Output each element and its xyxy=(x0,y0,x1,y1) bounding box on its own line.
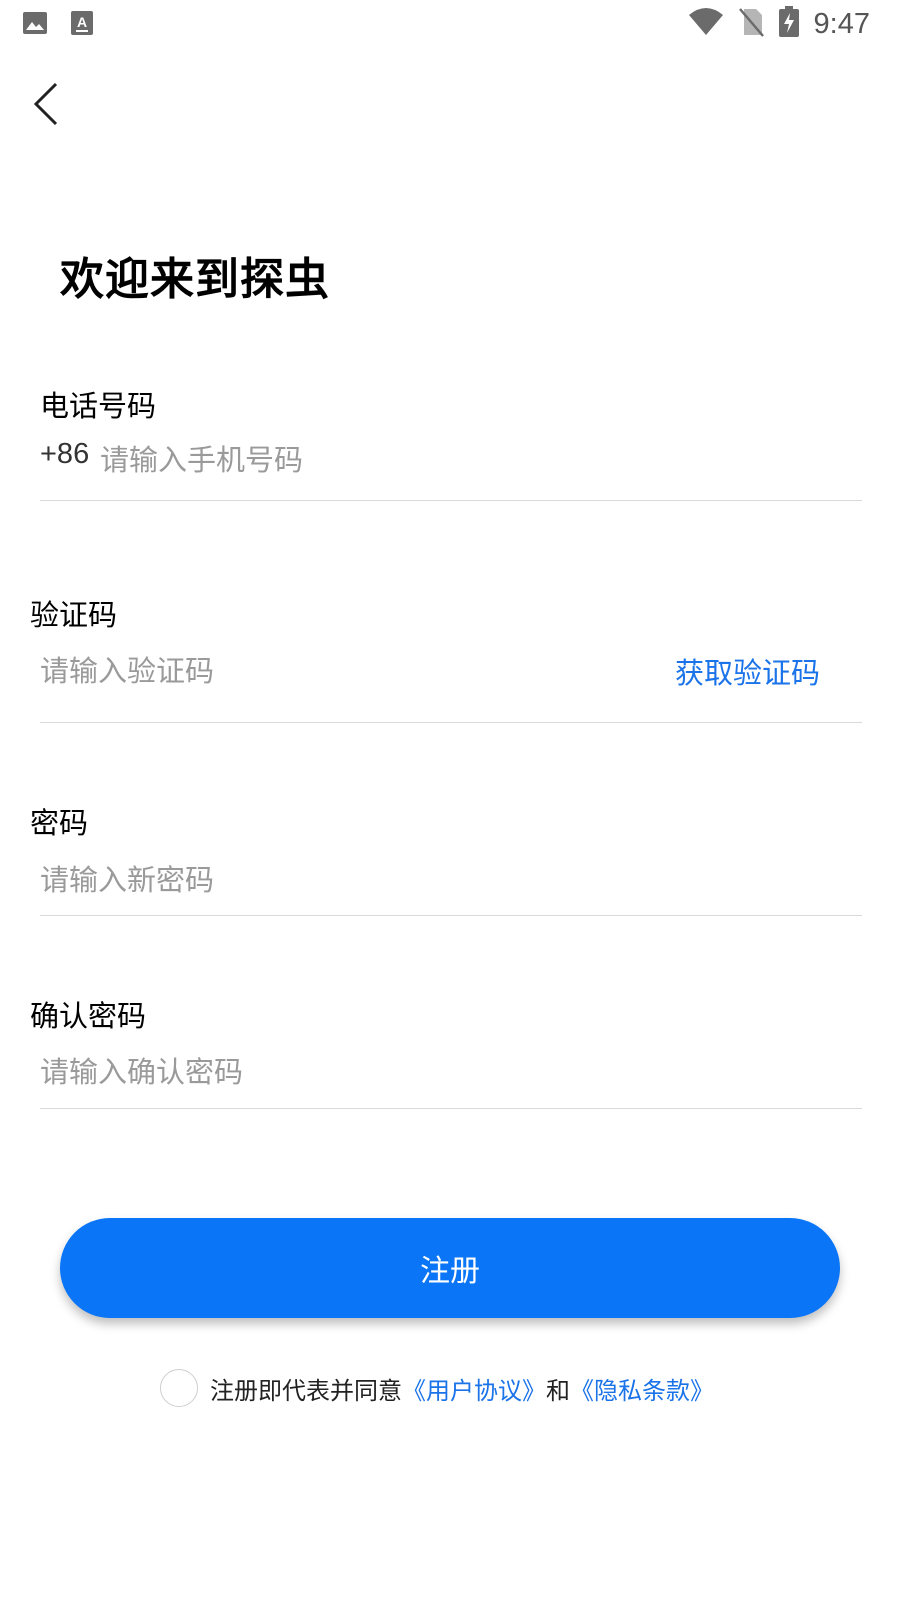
register-page: A 9:47 欢迎来到探虫 电话号码 +86 请输入手机号码 验证码 请输入验证… xyxy=(0,0,900,1600)
privacy-policy-link[interactable]: 《隐私条款》 xyxy=(570,1371,714,1406)
code-input[interactable] xyxy=(40,651,600,691)
svg-text:A: A xyxy=(77,14,87,30)
status-right-icons: 9:47 xyxy=(688,6,870,42)
agreement-and: 和 xyxy=(546,1376,570,1405)
agree-checkbox[interactable] xyxy=(160,1369,198,1407)
phone-label: 电话号码 xyxy=(40,389,157,423)
password-divider xyxy=(40,915,862,916)
get-code-button[interactable]: 获取验证码 xyxy=(675,650,820,692)
a-note-icon: A xyxy=(70,10,94,40)
confirm-password-input[interactable] xyxy=(40,1052,840,1092)
phone-input[interactable] xyxy=(100,440,840,480)
user-agreement-link[interactable]: 《用户协议》 xyxy=(402,1371,546,1406)
code-label: 验证码 xyxy=(30,598,118,632)
password-input[interactable] xyxy=(40,860,840,900)
agreement-prefix: 注册即代表并同意 xyxy=(210,1376,402,1405)
chevron-left-icon xyxy=(33,82,58,126)
wifi-icon xyxy=(688,7,724,41)
status-bar: A 9:47 xyxy=(0,0,900,50)
back-button[interactable] xyxy=(28,80,68,128)
register-button[interactable]: 注册 xyxy=(60,1218,840,1318)
no-sim-icon xyxy=(738,7,764,41)
agreement-row: 注册即代表并同意 《用户协议》 和 《隐私条款》 xyxy=(160,1369,714,1407)
country-code: +86 xyxy=(40,438,90,470)
status-time: 9:47 xyxy=(813,7,870,40)
confirm-password-divider xyxy=(40,1108,862,1109)
confirm-password-label: 确认密码 xyxy=(30,999,147,1033)
code-divider xyxy=(40,722,862,723)
status-left-icons: A xyxy=(22,10,94,40)
page-title: 欢迎来到探虫 xyxy=(60,254,330,305)
password-label: 密码 xyxy=(30,806,89,840)
phone-divider xyxy=(40,500,862,501)
image-icon xyxy=(22,10,48,40)
battery-charging-icon xyxy=(778,6,800,42)
